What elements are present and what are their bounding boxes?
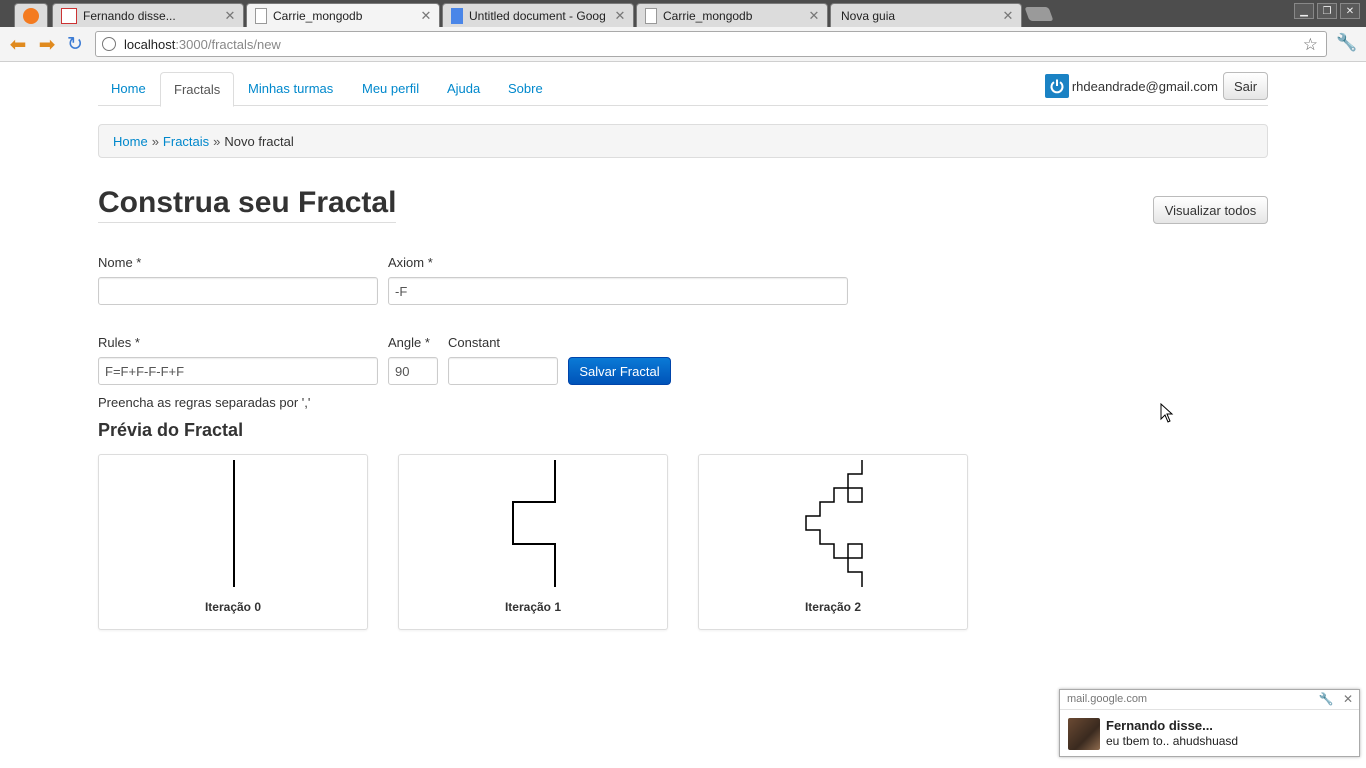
- fractal-iteration-0-drawing: [233, 460, 235, 587]
- fractal-iteration-2-drawing: [805, 460, 863, 587]
- close-icon[interactable]: ✕: [419, 8, 433, 24]
- user-box: rhdeandrade@gmail.com Sair: [1044, 72, 1268, 100]
- notification-message: eu tbem to.. ahudshuasd: [1106, 734, 1239, 748]
- nav-tab-meu-perfil[interactable]: Meu perfil: [349, 72, 432, 106]
- window-controls: ▁ ❐ ✕: [1294, 3, 1360, 19]
- angle-label: Angle *: [388, 335, 430, 350]
- preview-caption: Iteração 1: [504, 600, 562, 614]
- new-tab-button[interactable]: [1024, 7, 1054, 21]
- breadcrumb-fractais[interactable]: Fractais: [163, 134, 209, 149]
- globe-icon: [102, 37, 116, 51]
- nome-input[interactable]: [98, 277, 378, 305]
- power-icon: [1044, 74, 1069, 98]
- breadcrumb-current: Novo fractal: [224, 133, 294, 149]
- bookmark-star-icon[interactable]: ☆: [1303, 35, 1318, 55]
- page-icon: [255, 7, 267, 24]
- close-icon[interactable]: ✕: [807, 8, 821, 24]
- preview-caption: Iteração 2: [804, 600, 862, 614]
- browser-toolbar: ⬅ ➡ ↻ localhost:3000/fractals/new ☆ 🔧: [0, 27, 1366, 62]
- axiom-label: Axiom *: [388, 255, 433, 270]
- constant-input[interactable]: [448, 357, 558, 385]
- close-icon[interactable]: ✕: [613, 8, 627, 24]
- nav-tab-minhas-turmas[interactable]: Minhas turmas: [235, 72, 346, 106]
- tab-pinned-app[interactable]: [14, 3, 48, 27]
- tab-docs[interactable]: Untitled document - Goog ✕: [442, 3, 634, 27]
- tab-nova-guia[interactable]: Nova guia ✕: [830, 3, 1022, 27]
- nav-tab-sobre[interactable]: Sobre: [495, 72, 556, 106]
- tab-title: Carrie_mongodb: [273, 8, 363, 23]
- desktop-notification[interactable]: mail.google.com 🔧 ✕ Fernando disse... eu…: [1059, 689, 1360, 757]
- notification-tools: 🔧 ✕: [1319, 690, 1353, 709]
- tab-gmail[interactable]: Fernando disse... ✕: [52, 3, 244, 27]
- reload-icon[interactable]: ↻: [64, 33, 86, 55]
- logout-button[interactable]: Sair: [1223, 72, 1268, 100]
- breadcrumb: Home » Fractais » Novo fractal: [98, 124, 1268, 158]
- wrench-icon[interactable]: 🔧: [1336, 33, 1357, 53]
- browser-tabstrip: Fernando disse... ✕ Carrie_mongodb ✕ Unt…: [0, 0, 1366, 27]
- wrench-icon[interactable]: 🔧: [1319, 692, 1334, 706]
- page-icon: [645, 7, 657, 24]
- save-fractal-button[interactable]: Salvar Fractal: [568, 357, 671, 385]
- angle-input[interactable]: [388, 357, 438, 385]
- back-icon[interactable]: ⬅: [7, 33, 29, 56]
- user-email: rhdeandrade@gmail.com: [1071, 78, 1218, 94]
- tab-title: Nova guia: [841, 8, 896, 23]
- mouse-cursor-icon: [1160, 403, 1174, 423]
- preview-caption: Iteração 0: [204, 600, 262, 614]
- tab-title: Carrie_mongodb: [663, 8, 753, 23]
- close-icon[interactable]: ✕: [1343, 692, 1353, 706]
- gmail-icon: [61, 7, 77, 24]
- close-icon[interactable]: ✕: [1001, 8, 1015, 24]
- breadcrumb-separator: »: [213, 133, 221, 149]
- url-host: localhost: [124, 36, 176, 52]
- preview-title: Prévia do Fractal: [98, 420, 244, 440]
- preview-card-iteration-2: Iteração 2: [698, 454, 968, 630]
- nav-tab-home[interactable]: Home: [98, 72, 159, 106]
- nav-tab-ajuda[interactable]: Ajuda: [434, 72, 493, 106]
- forward-icon[interactable]: ➡: [36, 33, 58, 56]
- view-all-button[interactable]: Visualizar todos: [1153, 196, 1268, 224]
- rules-help-text: Preencha as regras separadas por ',': [98, 395, 311, 410]
- preview-card-iteration-0: Iteração 0: [98, 454, 368, 630]
- close-window-icon[interactable]: ✕: [1340, 3, 1360, 19]
- tab-carrie-mongodb[interactable]: Carrie_mongodb ✕: [636, 3, 828, 27]
- constant-label: Constant: [448, 335, 501, 350]
- notification-title: Fernando disse...: [1106, 718, 1213, 733]
- nav-tab-fractals[interactable]: Fractals: [160, 72, 235, 107]
- notification-source-label: mail.google.com: [1067, 693, 1148, 705]
- rules-input[interactable]: [98, 357, 378, 385]
- preview-card-iteration-1: Iteração 1: [398, 454, 668, 630]
- nome-label: Nome *: [98, 255, 142, 270]
- tab-title: Untitled document - Goog: [469, 8, 606, 23]
- restore-icon[interactable]: ❐: [1317, 3, 1337, 19]
- breadcrumb-separator: »: [151, 133, 159, 149]
- page-title: Construa seu Fractal: [98, 186, 397, 223]
- address-bar[interactable]: localhost:3000/fractals/new ☆: [95, 31, 1327, 57]
- rules-label: Rules *: [98, 335, 140, 350]
- main-nav: Home Fractals Minhas turmas Meu perfil A…: [98, 72, 1268, 107]
- avatar: [1068, 718, 1100, 750]
- tab-carrie-mongodb-active[interactable]: Carrie_mongodb ✕: [246, 3, 440, 27]
- minimize-icon[interactable]: ▁: [1294, 3, 1314, 19]
- app-icon: [23, 7, 39, 24]
- breadcrumb-home[interactable]: Home: [113, 134, 148, 149]
- axiom-input[interactable]: [388, 277, 848, 305]
- notification-source: mail.google.com 🔧 ✕: [1060, 690, 1359, 710]
- fractal-iteration-1-drawing: [512, 460, 556, 587]
- docs-icon: [451, 7, 463, 24]
- close-icon[interactable]: ✕: [223, 8, 237, 24]
- tab-title: Fernando disse...: [83, 8, 176, 23]
- url-path: :3000/fractals/new: [175, 36, 281, 52]
